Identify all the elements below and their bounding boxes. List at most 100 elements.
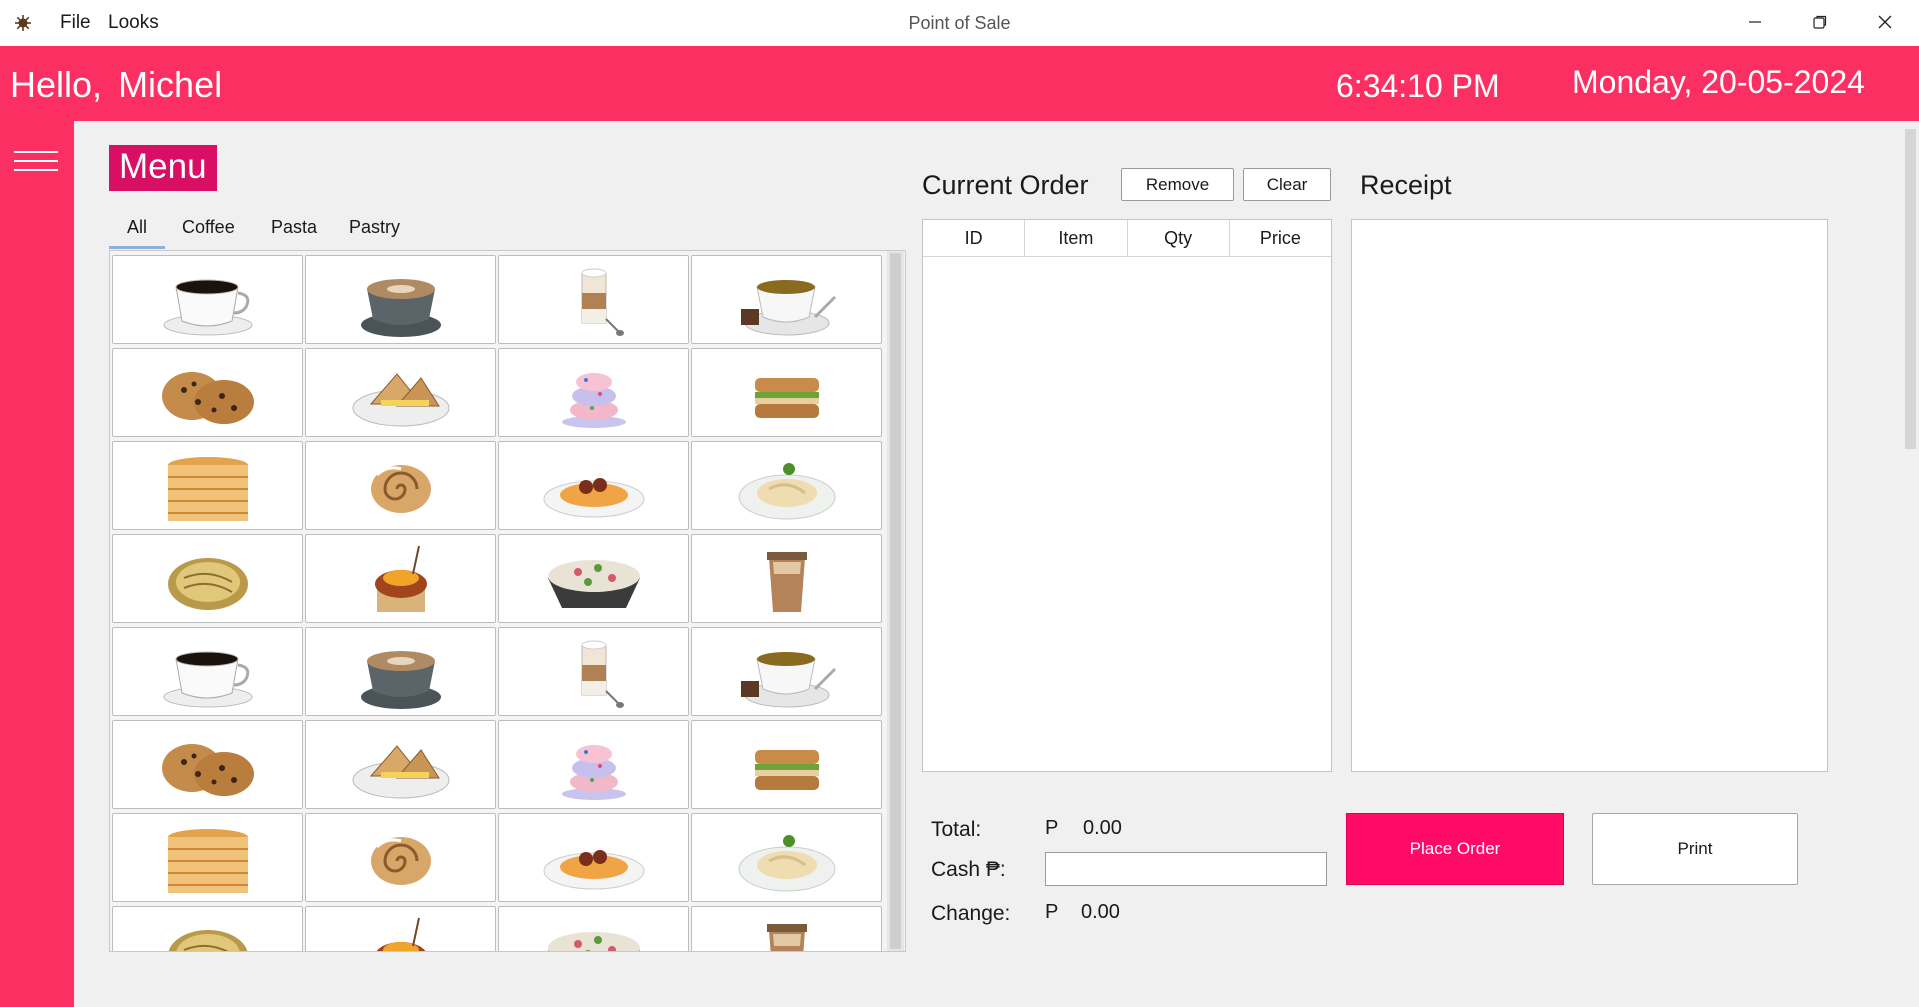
menu-item-button[interactable]	[305, 255, 496, 344]
window-title: Point of Sale	[908, 13, 1011, 33]
latte-macchiato-icon	[581, 268, 624, 336]
menu-item-button[interactable]	[691, 720, 882, 809]
menu-item-button[interactable]	[305, 534, 496, 623]
window-scrollbar-thumb[interactable]	[1905, 129, 1916, 449]
menu-grid	[112, 255, 882, 951]
tea-icon	[740, 279, 836, 335]
current-order-title: Current Order	[922, 170, 1089, 200]
tab-pastry[interactable]: Pastry	[349, 217, 400, 238]
menu-item-button[interactable]	[691, 441, 882, 530]
tea-icon	[740, 651, 836, 707]
pasta-salad-icon	[547, 559, 640, 608]
window-scrollbar[interactable]	[1902, 121, 1919, 1007]
flan-cake-icon	[374, 545, 427, 612]
menu-item-button[interactable]	[305, 627, 496, 716]
flan-cake-icon	[375, 917, 426, 951]
cinnamon-roll-icon	[370, 464, 431, 513]
menu-item-button[interactable]	[691, 813, 882, 902]
menu-item-button[interactable]	[112, 813, 303, 902]
cash-input[interactable]	[1045, 852, 1327, 886]
tab-coffee[interactable]: Coffee	[182, 217, 235, 238]
grilled-sandwich-icon	[352, 744, 449, 798]
sidebar	[0, 121, 74, 1007]
close-icon	[1878, 15, 1892, 29]
menu-item-button[interactable]	[498, 627, 689, 716]
close-button[interactable]	[1855, 0, 1915, 44]
column-qty[interactable]: Qty	[1128, 220, 1230, 256]
menu-item-button[interactable]	[112, 255, 303, 344]
menu-title: Menu	[109, 145, 217, 191]
menu-scrollbar[interactable]	[887, 251, 904, 951]
menu-item-button[interactable]	[112, 720, 303, 809]
black-coffee-icon	[163, 651, 252, 707]
menu-item-button[interactable]	[112, 906, 303, 951]
menu-item-button[interactable]	[498, 906, 689, 951]
menu-item-button[interactable]	[498, 813, 689, 902]
spaghetti-meatballs-icon	[543, 477, 644, 517]
cappuccino-icon	[360, 278, 441, 337]
menu-item-button[interactable]	[305, 906, 496, 951]
total-value: 0.00	[1083, 817, 1122, 839]
restore-icon	[1813, 15, 1827, 29]
pancakes-icon	[167, 828, 248, 893]
menu-items-panel	[109, 250, 906, 952]
order-table-header: ID Item Qty Price	[923, 220, 1331, 257]
menu-item-button[interactable]	[691, 534, 882, 623]
hamburger-menu-icon[interactable]	[14, 151, 58, 175]
clear-button[interactable]: Clear	[1243, 168, 1331, 201]
menu-item-button[interactable]	[112, 441, 303, 530]
restore-button[interactable]	[1790, 0, 1850, 44]
receipt-area	[1351, 219, 1828, 772]
order-table[interactable]: ID Item Qty Price	[922, 219, 1332, 772]
sprinkle-donut-icon	[561, 372, 626, 428]
minimize-icon	[1749, 21, 1761, 23]
menu-item-button[interactable]	[112, 627, 303, 716]
menu-scrollbar-thumb[interactable]	[890, 253, 901, 949]
menu-item-button[interactable]	[498, 441, 689, 530]
tab-pasta[interactable]: Pasta	[271, 217, 317, 238]
cappuccino-icon	[360, 650, 441, 709]
menu-item-button[interactable]	[691, 906, 882, 951]
menu-item-button[interactable]	[498, 534, 689, 623]
tab-all[interactable]: All	[127, 217, 147, 238]
change-currency: P	[1045, 901, 1059, 923]
column-price[interactable]: Price	[1230, 220, 1331, 256]
place-order-button[interactable]: Place Order	[1346, 813, 1564, 885]
menu-item-button[interactable]	[112, 534, 303, 623]
menu-item-button[interactable]	[691, 348, 882, 437]
menu-item-button[interactable]	[305, 441, 496, 530]
column-item[interactable]: Item	[1025, 220, 1128, 256]
cash-label: Cash ₱:	[931, 858, 1006, 881]
club-sandwich-icon	[754, 377, 819, 418]
title-bar: File Looks Point of Sale	[0, 0, 1919, 47]
menu-item-button[interactable]	[691, 627, 882, 716]
carbonara-icon	[738, 834, 835, 891]
print-button[interactable]: Print	[1592, 813, 1798, 885]
menu-item-button[interactable]	[305, 720, 496, 809]
menu-item-button[interactable]	[498, 720, 689, 809]
noodles-icon	[168, 929, 247, 951]
grilled-sandwich-icon	[352, 372, 449, 426]
menu-item-button[interactable]	[498, 255, 689, 344]
header-bar: Hello, Michel 6:34:10 PM Monday, 20-05-2…	[0, 46, 1919, 121]
cookies-icon	[161, 371, 254, 424]
menu-item-button[interactable]	[305, 348, 496, 437]
sprinkle-donut-icon	[561, 744, 626, 800]
spaghetti-meatballs-icon	[543, 849, 644, 889]
club-sandwich-icon	[754, 749, 819, 790]
menu-item-button[interactable]	[498, 348, 689, 437]
iced-coffee-icon	[766, 923, 807, 951]
total-currency: P	[1045, 817, 1059, 839]
change-label: Change:	[931, 902, 1011, 925]
menu-item-button[interactable]	[691, 255, 882, 344]
menu-item-button[interactable]	[112, 348, 303, 437]
column-id[interactable]: ID	[923, 220, 1026, 256]
minimize-button[interactable]	[1725, 0, 1785, 44]
pasta-salad-icon	[547, 931, 640, 951]
black-coffee-icon	[163, 279, 252, 335]
greeting: Hello, Michel	[10, 64, 222, 106]
user-name: Michel	[118, 64, 223, 105]
menu-item-button[interactable]	[305, 813, 496, 902]
tab-selected-indicator	[109, 246, 165, 249]
remove-button[interactable]: Remove	[1121, 168, 1234, 201]
